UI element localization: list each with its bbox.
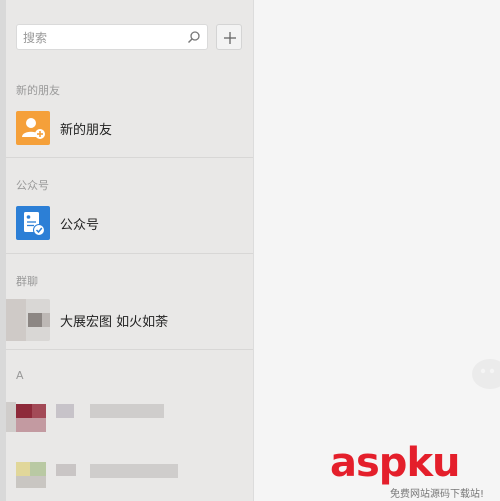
contact-item[interactable]	[6, 392, 253, 438]
divider	[6, 349, 253, 350]
divider	[6, 253, 253, 254]
divider	[6, 157, 253, 158]
section-title-a: A	[16, 369, 24, 382]
watermark-logo: aspku	[330, 440, 461, 486]
site-watermark: aspku 免费网站源码下载站!	[330, 440, 500, 501]
blurred-name	[90, 464, 178, 478]
contact-item-group[interactable]: 大展宏图 如火如荼	[6, 295, 253, 345]
section-title-group-chats: 群聊	[16, 275, 38, 288]
add-button[interactable]	[216, 24, 242, 50]
section-title-official-accounts: 公众号	[16, 179, 49, 192]
search-row	[16, 24, 244, 50]
section-title-new-friends: 新的朋友	[16, 84, 60, 97]
search-box[interactable]	[16, 24, 208, 50]
chat-bubble-icon	[472, 359, 500, 389]
main-panel	[254, 0, 500, 501]
add-friend-icon	[16, 111, 50, 145]
contact-label: 新的朋友	[60, 123, 113, 138]
official-account-icon	[16, 206, 50, 240]
blurred-name	[90, 404, 164, 418]
contact-label: 大展宏图 如火如荼	[60, 315, 169, 330]
contacts-sidebar: 新的朋友 新的朋友 公众号 公众号	[6, 0, 254, 501]
contact-item-official-accounts[interactable]: 公众号	[6, 198, 253, 248]
contact-item-new-friends[interactable]: 新的朋友	[6, 103, 253, 153]
plus-icon	[224, 32, 236, 44]
contact-item[interactable]	[6, 450, 253, 496]
search-icon[interactable]	[187, 30, 201, 44]
watermark-subtitle: 免费网站源码下载站!	[390, 489, 485, 500]
contact-label: 公众号	[60, 218, 100, 233]
group-avatar	[6, 299, 50, 341]
search-input[interactable]	[21, 28, 185, 48]
